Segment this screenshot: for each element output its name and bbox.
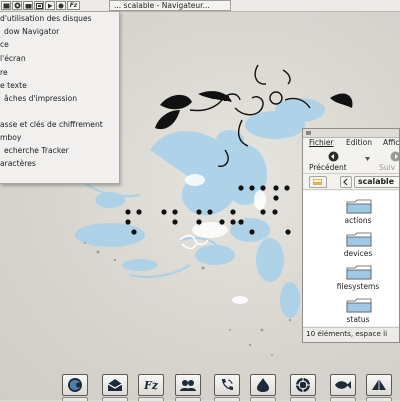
browser-icon xyxy=(14,2,21,9)
back-arrow-icon xyxy=(328,151,339,162)
edit-location-icon xyxy=(313,178,323,186)
menu-item-tracker-search[interactable]: echerche Tracker xyxy=(4,144,69,157)
folder-label: status xyxy=(337,315,379,324)
applications-menu: d'utilisation des disques dow Navigator … xyxy=(0,11,120,184)
menu-item-3[interactable]: ce xyxy=(0,38,9,51)
menu-item-passwords-keys[interactable]: asse et clés de chiffrement xyxy=(0,118,103,131)
media-icon xyxy=(36,3,43,9)
forward-label: Suiv xyxy=(379,163,395,172)
drop-icon xyxy=(256,377,270,393)
dock-reflection xyxy=(366,397,392,401)
files-icon xyxy=(25,3,32,9)
window-titlebar[interactable] xyxy=(303,129,399,138)
location-bar: scalable xyxy=(303,175,399,190)
forward-arrow-icon xyxy=(390,151,400,162)
folder-item[interactable]: filesystems xyxy=(333,265,383,293)
location-mode-toggle[interactable] xyxy=(309,176,327,188)
chat-icon xyxy=(179,378,197,392)
file-view[interactable]: actions devices filesystems status xyxy=(303,191,399,326)
dock-item-fish[interactable] xyxy=(330,374,356,396)
menubar: Fichier Edition Affic xyxy=(303,138,399,149)
menu-item-5[interactable]: re xyxy=(0,66,8,79)
menu-edition[interactable]: Edition xyxy=(346,138,372,147)
files-launcher[interactable] xyxy=(23,1,33,10)
fz-launcher[interactable]: Fz xyxy=(67,1,80,10)
dock-item-pyramid[interactable] xyxy=(366,374,392,396)
menu-item-print-jobs[interactable]: âches d'impression xyxy=(4,92,77,105)
dock-item-fz[interactable]: Fz xyxy=(138,374,164,396)
taskbar-window-title: ... scalable - Navigateur... xyxy=(114,1,210,10)
path-button-scalable[interactable]: scalable xyxy=(354,176,400,188)
phone-icon xyxy=(219,377,235,393)
aperture-icon xyxy=(295,377,311,393)
folder-icon xyxy=(346,298,372,313)
play-launcher[interactable] xyxy=(45,1,55,10)
folder-item[interactable]: devices xyxy=(337,232,379,260)
status-bar: 10 éléments, espace li xyxy=(303,327,399,342)
menu-item-screenshot[interactable]: l'écran xyxy=(0,52,26,65)
dock-item-chat[interactable] xyxy=(175,374,201,396)
terminal-icon xyxy=(3,3,10,9)
mail-icon xyxy=(107,378,123,392)
menu-item-character-map[interactable]: aractères xyxy=(0,157,36,170)
back-button[interactable]: Précédent xyxy=(309,151,357,172)
dock-item-mail[interactable] xyxy=(102,374,128,396)
menu-item-disk-usage[interactable]: d'utilisation des disques xyxy=(0,12,92,25)
folder-label: devices xyxy=(337,249,379,258)
dock-reflection xyxy=(175,397,201,401)
pyramid-icon xyxy=(371,378,387,392)
menu-item-tomboy[interactable]: mboy xyxy=(0,131,21,144)
dock-reflection xyxy=(214,397,240,401)
status-text: 10 éléments, espace li xyxy=(306,329,387,338)
dock-reflection xyxy=(330,397,356,401)
dock-reflection xyxy=(102,397,128,401)
taskbar-window-button[interactable]: ... scalable - Navigateur... xyxy=(109,0,231,11)
dock-item-drop[interactable] xyxy=(250,374,276,396)
dock-reflection xyxy=(62,397,88,401)
fish-icon xyxy=(334,379,352,391)
browser-launcher[interactable] xyxy=(12,1,22,10)
folder-icon xyxy=(346,232,372,247)
path-scroll-left[interactable] xyxy=(340,176,352,188)
file-manager-window: Fichier Edition Affic Précédent Suiv xyxy=(302,128,400,343)
back-label: Précédent xyxy=(309,163,347,172)
play-icon xyxy=(47,3,53,9)
dock-item-firefox[interactable] xyxy=(62,374,88,396)
folder-item[interactable]: status xyxy=(337,298,379,326)
folder-icon xyxy=(346,199,372,214)
folder-item[interactable]: actions xyxy=(337,199,379,227)
firefox-icon xyxy=(67,377,83,393)
dock-item-aperture[interactable] xyxy=(290,374,316,396)
dock-reflection xyxy=(250,397,276,401)
terminal-launcher[interactable] xyxy=(1,1,11,10)
fz-icon: Fz xyxy=(70,2,78,9)
back-dropdown-icon[interactable] xyxy=(365,157,370,161)
fz-icon: Fz xyxy=(144,379,158,392)
menu-affichage[interactable]: Affic xyxy=(383,138,400,147)
media-launcher[interactable] xyxy=(34,1,44,10)
dock: Fz xyxy=(54,372,400,400)
path-button-label: scalable xyxy=(358,177,394,186)
folder-icon xyxy=(346,265,372,280)
forward-button[interactable]: Suiv xyxy=(379,151,400,172)
dock-item-phone[interactable] xyxy=(214,374,240,396)
window-menu-icon[interactable] xyxy=(306,131,311,135)
network-launcher[interactable] xyxy=(56,1,66,10)
chevron-left-icon xyxy=(343,179,349,185)
menu-item-text-editor[interactable]: e texte xyxy=(0,79,27,92)
dock-reflection xyxy=(138,397,164,401)
menu-fichier[interactable]: Fichier xyxy=(309,138,334,147)
network-icon xyxy=(58,3,64,9)
menu-item-window-navigator[interactable]: dow Navigator xyxy=(4,25,59,38)
dock-reflection xyxy=(290,397,316,401)
toolbar: Précédent Suiv xyxy=(303,150,399,174)
folder-label: actions xyxy=(337,216,379,225)
folder-label: filesystems xyxy=(333,282,383,291)
